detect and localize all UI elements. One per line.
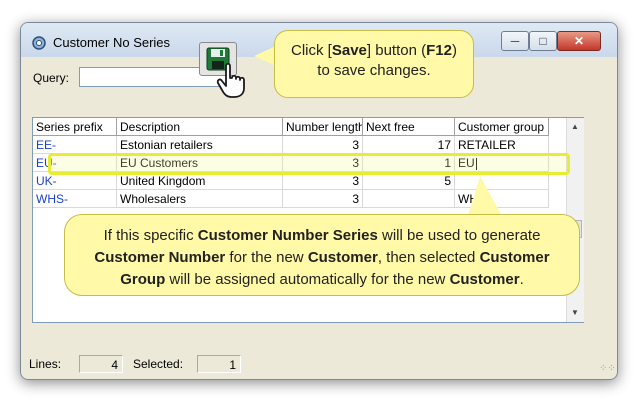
minimize-button[interactable]: ─ [501,31,529,51]
scroll-up-icon[interactable]: ▲ [571,122,579,131]
group-tip-emphasis: Group [120,271,166,288]
close-icon: ✕ [573,34,585,48]
group-tip-emphasis: Customer Number Series [197,227,378,244]
gear-app-icon [32,36,46,50]
group-tip-text: If this specific [103,227,198,244]
close-button[interactable]: ✕ [557,31,601,51]
lines-label: Lines: [29,357,62,371]
save-tip-line-1: Click [Save] button (F12) [275,41,473,61]
column-header-number-length[interactable]: Number length [283,118,363,136]
column-header-next-free[interactable]: Next free [363,118,455,136]
cell-description[interactable]: Estonian retailers [117,136,283,154]
highlighted-row-outline [48,153,570,175]
save-tip-text: Click [ [291,42,332,59]
resize-grip-icon[interactable]: ⁘⁘ [599,363,616,374]
maximize-button[interactable]: □ [529,31,557,51]
group-tip-pointer [468,176,502,216]
group-tip-text: for the new [225,249,308,266]
selected-count: 1 [197,355,241,373]
save-tip-shortcut: F12 [426,42,452,59]
save-tip-line-2: to save changes. [317,62,431,79]
group-tip-text: will be assigned automatically for the n… [165,271,450,288]
group-tip-callout: If this specific Customer Number Series … [64,214,580,296]
status-bar: Lines: 4 Selected: 1 ⁘⁘ [21,355,617,377]
maximize-icon: □ [539,34,547,48]
minimize-icon: ─ [510,34,520,48]
window-title: Customer No Series [53,35,171,50]
group-tip-emphasis: Customer [307,249,378,266]
group-tip-emphasis: Customer [449,271,520,288]
save-tip-key-word: Save [331,42,367,59]
cell-number-length[interactable]: 3 [283,136,363,154]
group-tip-emphasis: Customer [479,249,550,266]
lines-count: 4 [79,355,123,373]
column-header-series-prefix[interactable]: Series prefix [33,118,117,136]
group-tip-emphasis: Customer Number [94,249,226,266]
cell-next-free[interactable] [363,190,455,208]
save-tip-callout: Click [Save] button (F12) to save change… [274,30,474,98]
cell-series-prefix[interactable]: WHS- [33,190,117,208]
cell-series-prefix[interactable]: EE- [33,136,117,154]
column-header-description[interactable]: Description [117,118,283,136]
column-header-customer-group[interactable]: Customer group [455,118,549,136]
group-tip-text: . [519,271,524,288]
cell-number-length[interactable]: 3 [283,190,363,208]
hand-cursor-icon [216,62,245,98]
cell-next-free[interactable]: 17 [363,136,455,154]
save-tip-pointer [254,46,276,66]
cell-description[interactable]: Wholesalers [117,190,283,208]
group-tip-text: , then selected [377,249,480,266]
save-tip-text: ] button ( [366,42,427,59]
save-tip-text: ) [451,42,457,59]
group-tip-text: will be used to generate [377,227,541,244]
selected-label: Selected: [133,357,184,371]
scroll-down-icon[interactable]: ▼ [571,308,579,317]
query-label: Query: [33,71,70,85]
cell-customer-group[interactable]: RETAILER [455,136,549,154]
